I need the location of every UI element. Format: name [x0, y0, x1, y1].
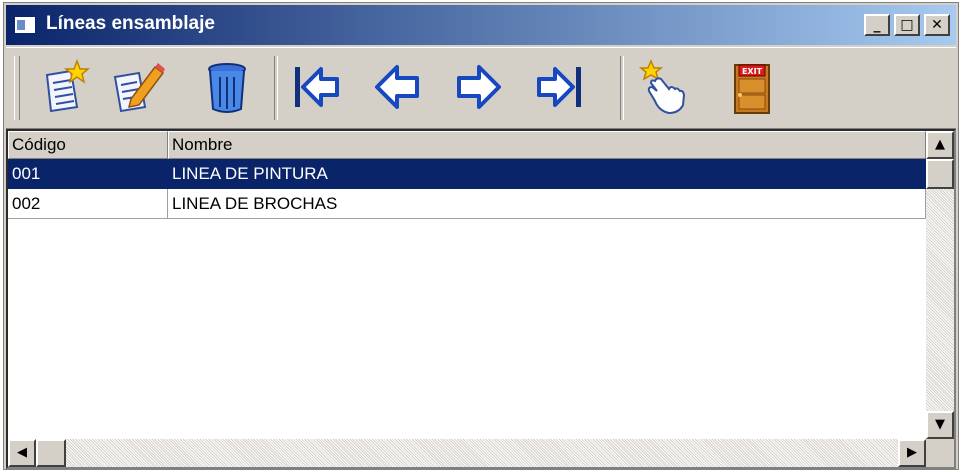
- lineas-ensamblaje-window: Líneas ensamblaje _ □ ✕ EXIT Código Nomb…: [3, 2, 959, 470]
- last-arrow-icon: [537, 67, 581, 107]
- toolbar-separator: [274, 56, 278, 120]
- toolbar-separator: [620, 56, 624, 120]
- minimize-button[interactable]: _: [864, 14, 890, 36]
- cell-codigo[interactable]: 002: [8, 189, 168, 219]
- toolbar: EXIT: [6, 47, 956, 129]
- next-arrow-icon: [457, 65, 501, 109]
- column-header-nombre[interactable]: Nombre: [168, 131, 926, 159]
- cell-codigo[interactable]: 001: [8, 159, 168, 189]
- edit-document-icon: [113, 63, 165, 113]
- window-title: Líneas ensamblaje: [46, 13, 215, 34]
- column-header-codigo[interactable]: Código: [8, 131, 168, 159]
- maximize-button[interactable]: □: [894, 14, 920, 36]
- horizontal-scrollbar[interactable]: ◀ ▶: [8, 439, 926, 467]
- next-record-button[interactable]: [448, 54, 510, 120]
- trash-icon: [208, 63, 246, 113]
- first-record-button[interactable]: [284, 54, 346, 120]
- scroll-up-button[interactable]: ▲: [926, 131, 954, 159]
- title-bar: Líneas ensamblaje _ □ ✕: [6, 5, 956, 45]
- last-record-button[interactable]: [530, 54, 592, 120]
- vertical-scrollbar[interactable]: ▲ ▼: [926, 131, 954, 439]
- horizontal-scroll-thumb[interactable]: [36, 439, 66, 467]
- select-record-button[interactable]: [630, 54, 692, 120]
- exit-sign-label: EXIT: [742, 67, 763, 76]
- scroll-right-button[interactable]: ▶: [898, 439, 926, 467]
- pointing-hand-icon: [638, 59, 686, 115]
- table-row[interactable]: 002 LINEA DE BROCHAS: [8, 189, 926, 219]
- close-button[interactable]: ✕: [924, 14, 950, 36]
- scroll-down-button[interactable]: ▼: [926, 411, 954, 439]
- scroll-left-button[interactable]: ◀: [8, 439, 36, 467]
- vertical-scroll-thumb[interactable]: [926, 159, 954, 189]
- scrollbar-corner: [926, 439, 954, 467]
- exit-door-icon: EXIT: [734, 64, 770, 114]
- app-window-icon: [14, 16, 36, 34]
- new-document-icon: [45, 59, 91, 113]
- cell-nombre[interactable]: LINEA DE BROCHAS: [168, 189, 926, 219]
- delete-record-button[interactable]: [196, 54, 258, 120]
- cell-nombre[interactable]: LINEA DE PINTURA: [168, 159, 926, 189]
- exit-button[interactable]: EXIT: [720, 54, 782, 120]
- lineas-grid: Código Nombre 001 LINEA DE PINTURA 002 L…: [6, 129, 956, 469]
- first-arrow-icon: [295, 67, 339, 107]
- table-row[interactable]: 001 LINEA DE PINTURA: [8, 159, 926, 189]
- new-record-button[interactable]: [34, 54, 96, 120]
- previous-record-button[interactable]: [366, 54, 428, 120]
- toolbar-grip[interactable]: [14, 56, 20, 120]
- previous-arrow-icon: [375, 65, 419, 109]
- edit-record-button[interactable]: [106, 54, 168, 120]
